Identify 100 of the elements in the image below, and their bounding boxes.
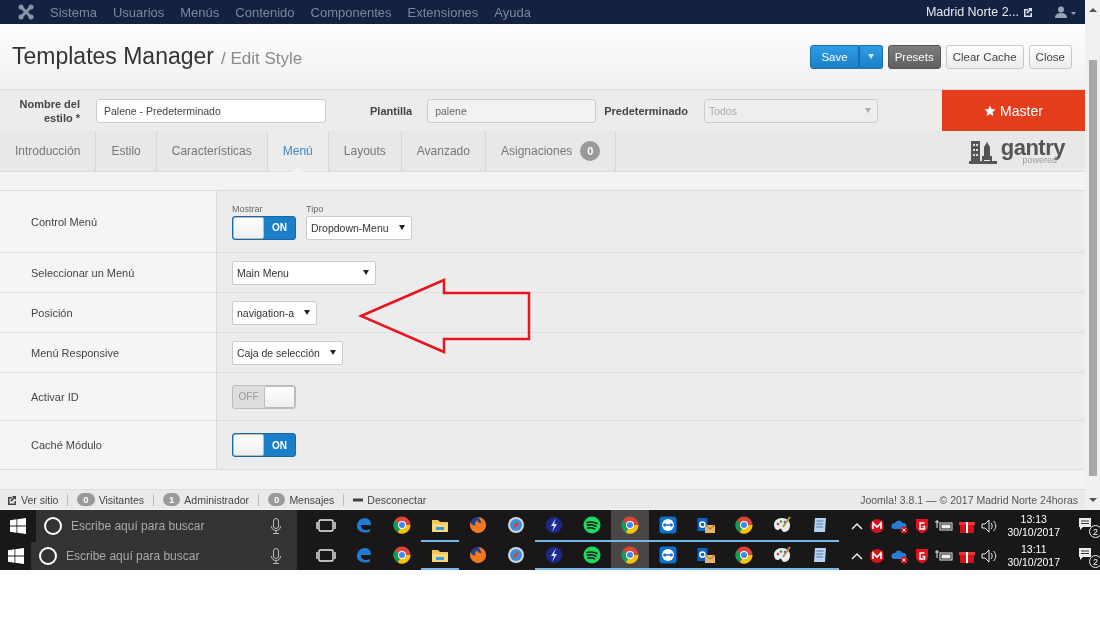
tab[interactable]: Layouts: [328, 131, 402, 171]
status-label: Mensajes: [289, 493, 335, 506]
star-icon: [984, 104, 997, 117]
toolbar-button[interactable]: Close: [1028, 44, 1072, 69]
taskbar-clock[interactable]: 13:11 30/10/2017: [1007, 543, 1060, 569]
master-label: Master: [1000, 102, 1043, 119]
taskbar-app-button[interactable]: [611, 510, 650, 542]
tab[interactable]: Menú: [267, 131, 329, 171]
remote-app-icon: [658, 515, 679, 535]
control-caption: Tipo: [306, 203, 325, 214]
shield-g-icon[interactable]: [915, 548, 930, 564]
rocket-tower-icon: [968, 138, 997, 164]
site-link[interactable]: Madrid Norte 2...: [925, 5, 1019, 19]
setting-label: Menú Responsive: [31, 346, 120, 359]
cloud-error-icon[interactable]: [891, 548, 910, 564]
toolbar-button[interactable]: Presets: [887, 44, 941, 69]
toolbar-button[interactable]: Clear Cache: [945, 44, 1024, 69]
notification-count: 2: [1089, 555, 1100, 568]
antivirus-m-icon[interactable]: [869, 548, 886, 564]
chevron-up-icon[interactable]: [851, 522, 864, 530]
shield-g-icon[interactable]: [915, 518, 930, 534]
battery-plug-icon[interactable]: [935, 549, 954, 563]
count-badge: 0: [580, 141, 601, 161]
page-subtitle: / Edit Style: [221, 49, 303, 69]
microphone-icon: [271, 548, 282, 564]
taskbar-search-field[interactable]: Escribe aquí para buscar: [31, 542, 298, 570]
style-name-field[interactable]: Palene - Predeterminado: [96, 98, 326, 123]
nav-menu-item[interactable]: Contenido: [235, 4, 295, 20]
compass-icon: [506, 515, 527, 535]
setting-label: Activar ID: [31, 390, 79, 403]
chrome-browser-icon: [392, 545, 413, 565]
dropdown-select[interactable]: navigation-a: [232, 300, 318, 325]
nav-menu-item[interactable]: Sistema: [50, 4, 97, 20]
dropdown-toggle-button[interactable]: [858, 44, 883, 69]
user-icon[interactable]: [1055, 6, 1077, 18]
dropdown-select[interactable]: Caja de selección: [232, 340, 343, 365]
logout-link[interactable]: Desconectar: [367, 493, 427, 506]
palette-icon: [772, 545, 793, 565]
action-center-button[interactable]: 2: [1078, 545, 1100, 567]
microphone-icon: [271, 518, 282, 534]
spotify-icon: [582, 545, 603, 565]
status-label: Visitantes: [98, 493, 144, 506]
firefox-browser-icon: [468, 545, 489, 565]
firefox-browser-icon: [468, 515, 489, 535]
dropdown-select[interactable]: Main Menu: [232, 260, 376, 285]
count-badge: 0: [268, 493, 286, 506]
control-caption: Mostrar: [232, 203, 264, 214]
spotify-icon: [582, 515, 603, 535]
setting-label: Caché Módulo: [31, 439, 102, 451]
tab[interactable]: Asignaciones 0: [485, 131, 617, 171]
taskbar-clock[interactable]: 13:13 30/10/2017: [1007, 513, 1060, 539]
message-icon: [1078, 547, 1092, 561]
lightning-app-icon: [544, 515, 565, 535]
chrome-browser-icon: [392, 515, 413, 535]
tab[interactable]: Características: [156, 131, 268, 171]
remote-app-icon: [658, 545, 679, 565]
chrome-browser-icon: [620, 545, 641, 565]
taskbar-app-button[interactable]: [611, 542, 650, 570]
field-label: Nombre del estilo *: [18, 96, 80, 125]
external-link-icon: [7, 494, 17, 505]
mail-app-icon: [696, 545, 717, 565]
tab[interactable]: Introducción: [0, 131, 97, 171]
nav-menu-item[interactable]: Componentes: [310, 4, 392, 20]
cloud-error-icon[interactable]: [891, 518, 910, 534]
cortana-circle-icon: [38, 546, 59, 566]
toggle-switch[interactable]: ON: [232, 433, 296, 457]
scrollbar[interactable]: [1085, 0, 1100, 510]
windows-logo-icon: [10, 518, 27, 534]
palette-icon: [772, 515, 793, 535]
compass-icon: [506, 545, 527, 565]
setting-label: Control Menú: [31, 215, 98, 228]
tab[interactable]: Estilo: [96, 131, 157, 171]
dropdown-select[interactable]: Dropdown-Menu: [306, 215, 412, 240]
toggle-switch[interactable]: ON: [232, 215, 296, 240]
setting-label: Seleccionar un Menú: [31, 266, 135, 279]
nav-menu-item[interactable]: Ayuda: [494, 4, 531, 20]
status-label: Administrador: [184, 493, 250, 506]
toolbar-button[interactable]: Save: [810, 44, 859, 69]
tab[interactable]: Avanzado: [401, 131, 486, 171]
lightning-app-icon: [544, 545, 565, 565]
speaker-volume-icon[interactable]: [981, 519, 998, 533]
view-site-link[interactable]: Ver sitio: [21, 493, 59, 506]
cortana-circle-icon: [43, 516, 64, 536]
nav-menu-item[interactable]: Menús: [180, 4, 220, 20]
chevron-up-icon[interactable]: [851, 552, 864, 560]
field-label: Plantilla: [370, 104, 413, 117]
battery-plug-icon[interactable]: [935, 519, 954, 533]
taskbar-search-field[interactable]: Escribe aquí para buscar: [36, 510, 298, 542]
chrome-browser-icon: [620, 515, 641, 535]
count-badge: 1: [163, 493, 181, 506]
page-title: Templates Manager: [12, 43, 214, 70]
action-center-button[interactable]: 2: [1078, 515, 1100, 537]
nav-menu-item[interactable]: Usuarios: [112, 4, 165, 20]
setting-label: Posición: [31, 306, 73, 319]
master-button[interactable]: Master: [942, 90, 1085, 131]
nav-menu-item[interactable]: Extensiones: [407, 4, 479, 20]
template-field[interactable]: palene: [427, 98, 597, 123]
antivirus-m-icon[interactable]: [869, 518, 886, 534]
speaker-volume-icon[interactable]: [981, 549, 998, 563]
notification-count: 2: [1089, 525, 1100, 538]
